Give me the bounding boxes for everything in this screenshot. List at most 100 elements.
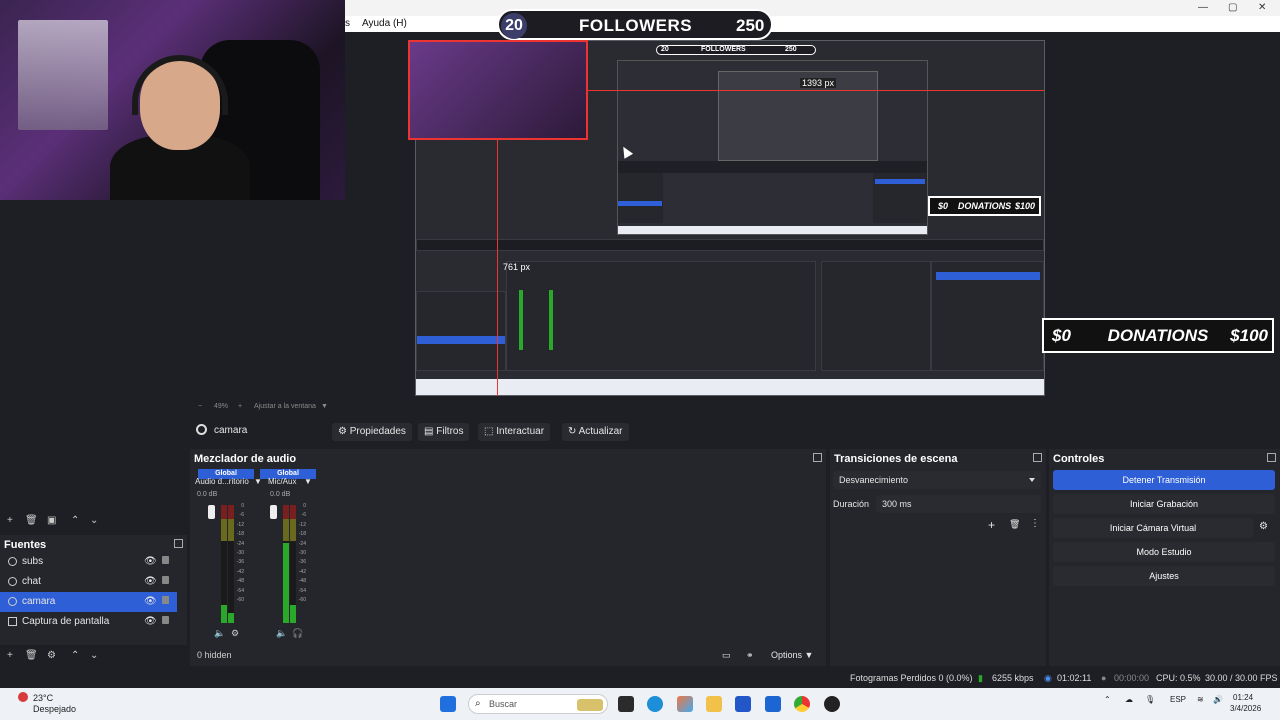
dropped-frames: Fotogramas Perdidos 0 (0.0%) [850,673,973,683]
obs-icon[interactable] [824,696,840,712]
refresh-button[interactable]: ↻ Actualizar [562,423,629,441]
search-icon: ⌕ [475,698,481,709]
start-virtual-cam-button[interactable]: Iniciar Cámara Virtual [1053,518,1253,538]
weather-temp[interactable]: 23°C [33,693,53,703]
volume-icon[interactable]: 🔊 [1213,695,1223,704]
mixer-title: Mezclador de audio [194,453,297,465]
minimize-icon[interactable]: — [1198,2,1208,13]
trash-icon[interactable]: 🗑 [25,515,38,526]
taskbar-search[interactable]: ⌕ Buscar [468,694,608,714]
more-icon[interactable]: ⋮ [1030,518,1040,529]
store-icon[interactable] [735,696,751,712]
chrome-icon[interactable] [794,696,810,712]
chevron-up-icon[interactable]: ⌃ [1104,695,1111,704]
shelf-image [18,20,108,130]
fit-window-select[interactable]: Ajustar a la ventana [254,403,316,410]
settings-button[interactable]: Ajustes [1053,566,1275,586]
studio-mode-button[interactable]: Modo Estudio [1053,542,1275,562]
gear-icon[interactable]: ⚙ [1259,521,1268,532]
chevron-up-icon[interactable]: ⌃ [71,515,79,526]
maximize-icon[interactable]: ▢ [1228,2,1237,13]
filter-icon[interactable]: ▣ [47,515,56,526]
gear-icon[interactable]: ⚙ [231,628,239,639]
clock-date[interactable]: 3/4/2026 [1230,704,1261,713]
add-icon[interactable]: + [988,518,995,532]
volume-fader[interactable] [270,505,277,519]
language-indicator[interactable]: ESP [1170,695,1186,704]
wifi-icon[interactable]: ≋ [1197,695,1204,704]
clock-time[interactable]: 01:24 [1233,693,1253,702]
list-item[interactable]: chat 👁 [0,572,180,592]
chevron-down-icon[interactable]: ▼ [304,477,312,486]
menu-item-help[interactable]: Ayuda (H) [362,18,407,29]
followers-goal: 250 [736,16,765,35]
mail-icon[interactable] [765,696,781,712]
volume-fader[interactable] [208,505,215,519]
close-icon[interactable]: ✕ [1258,2,1266,13]
eye-icon[interactable]: 👁 [144,596,157,607]
source-type-icon [8,557,17,566]
eye-icon[interactable]: 👁 [144,556,157,567]
start-recording-button[interactable]: Iniciar Grabación [1053,494,1275,514]
chevron-down-icon[interactable]: ▼ [321,403,328,410]
dock-float-icon[interactable] [813,453,822,462]
chevron-down-icon[interactable]: ⌄ [90,515,98,526]
mini-controls [931,261,1044,371]
zoom-minus-icon[interactable]: − [198,403,202,410]
transition-type-select[interactable]: Desvanecimiento [833,471,1041,489]
chevron-down-icon[interactable]: ▼ [254,477,262,486]
mini-toolbar [416,239,1044,251]
mic-icon[interactable]: 🎙 [1145,695,1155,704]
nested-camera-source[interactable] [408,40,588,140]
add-icon[interactable]: + [7,515,13,526]
speaker-icon[interactable]: 🔈 [214,628,225,639]
interact-button[interactable]: ⬚ Interactuar [478,423,551,441]
channel-volume: 0.0 dB [197,491,218,498]
link-icon[interactable]: ⚭ [746,650,754,661]
dock-float-icon[interactable] [1033,453,1042,462]
menu-bar: s Ayuda (H) [345,16,1280,32]
lock-icon[interactable] [162,556,169,564]
donations-goal-small: $0 DONATIONS $100 [928,196,1041,216]
nested-screen-capture[interactable] [617,60,928,235]
eye-icon[interactable]: 👁 [144,616,157,627]
eye-icon[interactable]: 👁 [144,576,157,587]
channel-name[interactable]: Audio d...ritorio [195,477,249,486]
cloud-icon[interactable]: ☁ [1125,695,1133,704]
options-button[interactable]: Options ▼ [771,650,813,660]
windows-start-icon[interactable] [440,696,456,712]
menu-item-partial[interactable]: s [345,18,350,29]
record-icon: ● [1101,673,1107,683]
list-item[interactable]: subs 👁 [0,552,180,572]
add-source-icon[interactable]: + [7,650,13,661]
folder-icon[interactable] [706,696,722,712]
properties-button[interactable]: ⚙ Propiedades [332,423,412,441]
trash-icon[interactable]: 🗑 [1009,519,1020,530]
speaker-icon[interactable]: 🔈 [276,628,287,639]
channel-name[interactable]: Mic/Aux [268,477,296,486]
gear-icon[interactable]: ⚙ [47,650,56,661]
lock-icon[interactable] [162,576,169,584]
nested-followers: 20 FOLLOWERS 250 [656,45,816,55]
list-item[interactable]: camara 👁 [0,592,177,612]
transitions-title: Transiciones de escena [834,453,958,465]
filters-button[interactable]: ▤ Filtros [418,423,470,441]
zoom-plus-icon[interactable]: + [238,403,242,410]
copilot-icon[interactable] [677,696,693,712]
trash-icon[interactable]: 🗑 [25,650,38,661]
edge-icon[interactable] [647,696,663,712]
donations-goal-big: $0 DONATIONS $100 [1042,318,1274,353]
lock-icon[interactable] [162,616,169,624]
weather-desc[interactable]: Despejado [33,704,76,714]
chevron-down-icon[interactable]: ⌄ [90,650,98,661]
headphones-icon[interactable]: 🎧 [292,628,303,639]
stop-stream-button[interactable]: Detener Transmisión [1053,470,1275,490]
list-item[interactable]: Captura de pantalla 👁 [0,612,180,632]
duration-stepper[interactable]: 300 ms [876,495,1041,513]
layout-icon[interactable]: ▭ [722,650,731,661]
dock-float-icon[interactable] [1267,453,1276,462]
dock-float-icon[interactable] [174,539,183,548]
chevron-up-icon[interactable]: ⌃ [71,650,79,661]
lock-icon[interactable] [162,596,169,604]
task-view-icon[interactable] [618,696,634,712]
